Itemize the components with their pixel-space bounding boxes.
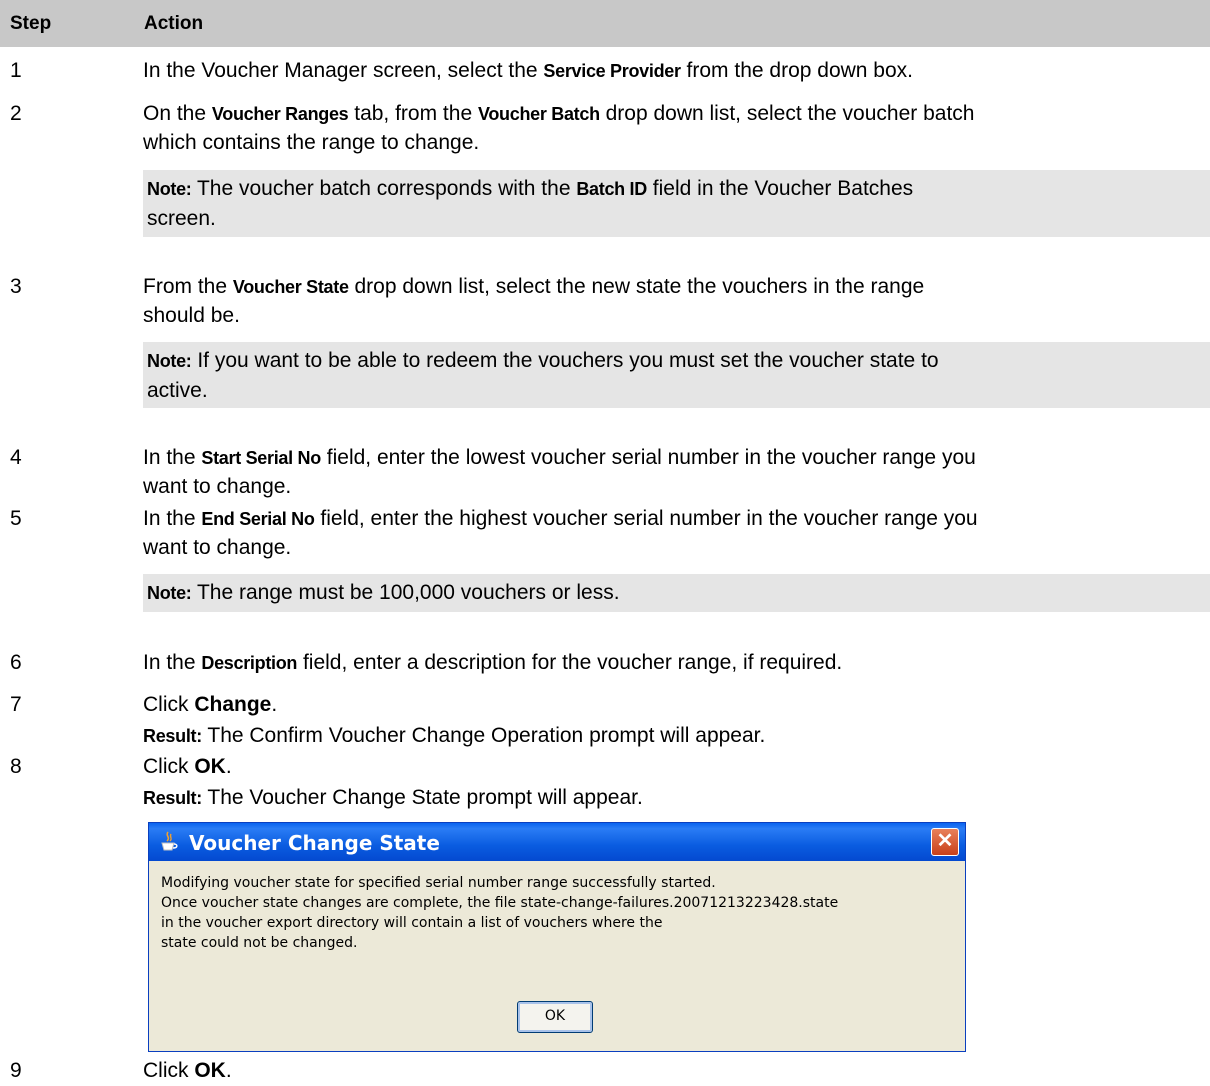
step-text: In the Description field, enter a descri… <box>143 651 843 674</box>
header-step: Step <box>10 13 52 34</box>
java-cup-icon <box>161 831 178 851</box>
step-number: 6 <box>10 651 22 674</box>
table-header: Step Action <box>0 0 1210 47</box>
step-text: want to change. <box>143 475 292 498</box>
step-number: 7 <box>10 693 22 716</box>
step-text: want to change. <box>143 536 292 559</box>
step-text: From the Voucher State drop down list, s… <box>143 275 925 298</box>
header-action: Action <box>144 13 204 34</box>
step-number: 9 <box>10 1059 22 1082</box>
close-icon[interactable]: ✕ <box>931 828 959 856</box>
dialog-title: Voucher Change State <box>189 831 440 855</box>
result-text: Result: The Voucher Change State prompt … <box>143 786 643 809</box>
step-number: 8 <box>10 755 22 778</box>
note: Note: The voucher batch corresponds with… <box>143 170 1210 237</box>
step-text: which contains the range to change. <box>143 131 480 154</box>
result-text: Result: The Confirm Voucher Change Opera… <box>143 724 766 747</box>
step-number: 3 <box>10 275 22 298</box>
step-text: On the Voucher Ranges tab, from the Vouc… <box>143 102 975 125</box>
step-number: 4 <box>10 446 22 469</box>
dialog-title-bar: Voucher Change State ✕ <box>149 823 965 861</box>
dialog-message: Modifying voucher state for specified se… <box>161 875 839 951</box>
step-text: In the Start Serial No field, enter the … <box>143 446 976 469</box>
ok-button[interactable]: OK <box>517 1001 593 1033</box>
step-text: In the Voucher Manager screen, select th… <box>143 59 913 82</box>
voucher-change-state-dialog: Voucher Change State ✕ Modifying voucher… <box>148 822 966 1052</box>
step-text: should be. <box>143 304 240 327</box>
step-text: Click Change. <box>143 693 278 716</box>
step-number: 2 <box>10 102 22 125</box>
step-text: Click OK. <box>143 755 232 778</box>
step-text: In the End Serial No field, enter the hi… <box>143 507 978 530</box>
step-number: 1 <box>10 59 22 82</box>
note: Note: The range must be 100,000 vouchers… <box>143 574 1210 612</box>
step-number: 5 <box>10 507 22 530</box>
step-text: Click OK. <box>143 1059 232 1082</box>
note: Note: If you want to be able to redeem t… <box>143 342 1210 408</box>
